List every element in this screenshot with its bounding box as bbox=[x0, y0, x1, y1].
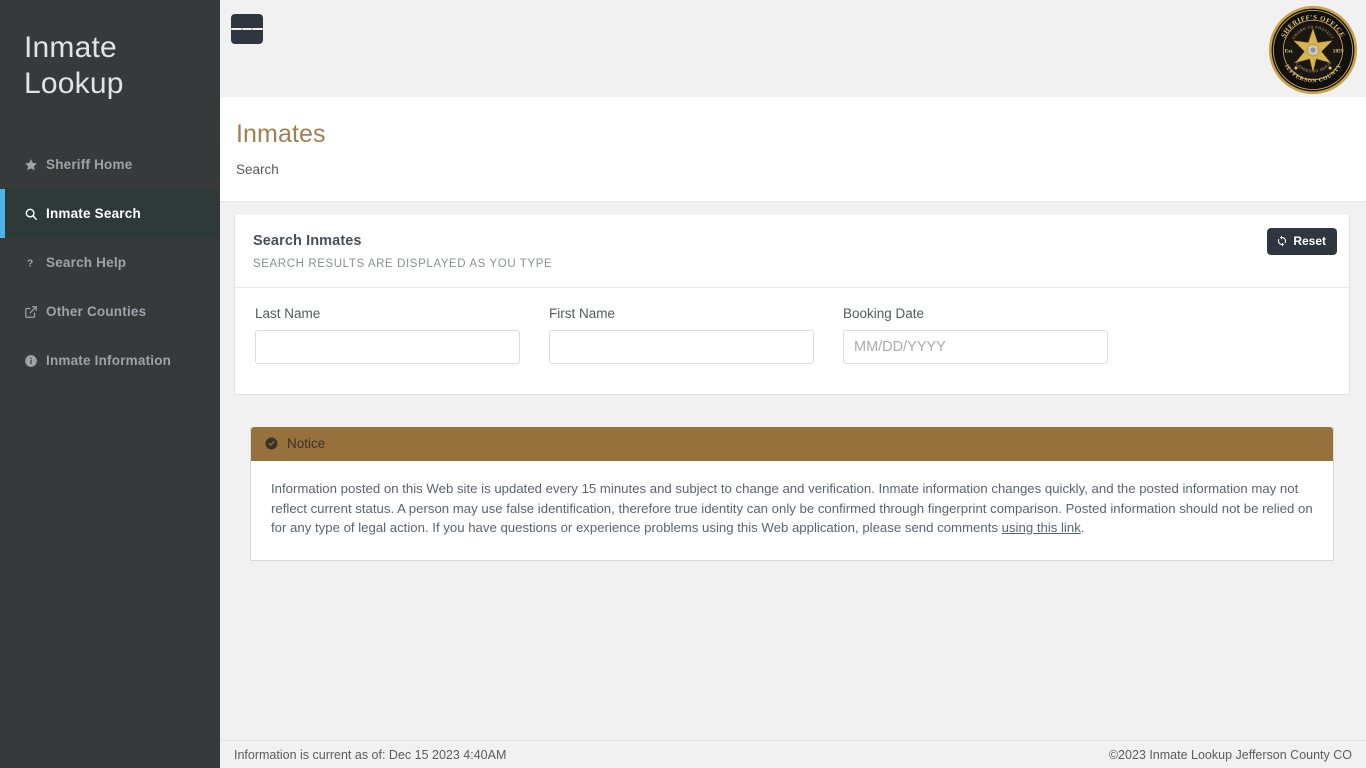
sidebar-nav: Sheriff Home Inmate Search ? Search Help… bbox=[0, 140, 220, 385]
sidebar-item-search-help[interactable]: ? Search Help bbox=[0, 238, 220, 287]
sidebar-item-other-counties[interactable]: Other Counties bbox=[0, 287, 220, 336]
sidebar-item-inmate-information[interactable]: Inmate Information bbox=[0, 336, 220, 385]
check-circle-icon bbox=[265, 437, 278, 450]
notice-panel-header: Notice bbox=[251, 427, 1333, 461]
notice-panel: Notice Information posted on this Web si… bbox=[250, 427, 1334, 561]
search-card-title: Search Inmates bbox=[253, 233, 1329, 249]
page-title: Inmates bbox=[236, 119, 1366, 149]
star-icon bbox=[24, 158, 46, 172]
info-circle-icon bbox=[24, 354, 46, 368]
reset-button-label: Reset bbox=[1293, 234, 1326, 248]
hamburger-icon-bar bbox=[252, 28, 263, 30]
page-header: Inmates Search bbox=[220, 97, 1366, 202]
sidebar-item-sheriff-home[interactable]: Sheriff Home bbox=[0, 140, 220, 189]
booking-date-input[interactable] bbox=[843, 330, 1108, 364]
hamburger-icon-bar bbox=[231, 28, 242, 30]
svg-text:Est.: Est. bbox=[1285, 49, 1294, 55]
svg-text:?: ? bbox=[27, 257, 34, 269]
app-brand-title: Inmate Lookup bbox=[0, 0, 220, 112]
sidebar-item-label: Inmate Information bbox=[46, 353, 171, 368]
search-inmates-card: Search Inmates SEARCH RESULTS ARE DISPLA… bbox=[234, 215, 1350, 395]
notice-text-part-2: . bbox=[1081, 520, 1085, 535]
brand-line-1: Inmate bbox=[24, 30, 196, 66]
last-name-label: Last Name bbox=[255, 306, 520, 321]
booking-date-label: Booking Date bbox=[843, 306, 1108, 321]
search-icon bbox=[24, 207, 46, 221]
footer-current-as-of: Information is current as of: Dec 15 202… bbox=[234, 748, 506, 762]
last-name-input[interactable] bbox=[255, 330, 520, 364]
notice-panel-title: Notice bbox=[287, 436, 325, 451]
notice-text-part-1: Information posted on this Web site is u… bbox=[271, 481, 1313, 535]
page-footer: Information is current as of: Dec 15 202… bbox=[220, 740, 1366, 768]
first-name-input[interactable] bbox=[549, 330, 814, 364]
sidebar-item-inmate-search[interactable]: Inmate Search bbox=[0, 189, 220, 238]
topbar: SHERIFF'S OFFICE JEFFERSON COUNTY SWORN … bbox=[220, 0, 1366, 97]
hamburger-icon-bar bbox=[242, 28, 253, 30]
question-mark-icon: ? bbox=[24, 256, 46, 270]
footer-copyright: ©2023 Inmate Lookup Jefferson County CO bbox=[1109, 748, 1352, 762]
search-card-subtitle: SEARCH RESULTS ARE DISPLAYED AS YOU TYPE bbox=[253, 258, 1329, 270]
notice-contact-link[interactable]: using this link bbox=[1002, 520, 1081, 535]
search-card-header: Search Inmates SEARCH RESULTS ARE DISPLA… bbox=[235, 215, 1349, 288]
main-area: SHERIFF'S OFFICE JEFFERSON COUNTY SWORN … bbox=[220, 0, 1366, 768]
sidebar-item-label: Other Counties bbox=[46, 304, 146, 319]
refresh-icon bbox=[1276, 235, 1288, 247]
sidebar-item-label: Search Help bbox=[46, 255, 126, 270]
brand-line-2: Lookup bbox=[24, 66, 196, 102]
external-link-icon bbox=[24, 305, 46, 319]
first-name-field-group: First Name bbox=[549, 306, 843, 364]
app-root: Inmate Lookup Sheriff Home Inmate Search… bbox=[0, 0, 1366, 768]
notice-panel-body: Information posted on this Web site is u… bbox=[251, 461, 1333, 560]
last-name-field-group: Last Name bbox=[255, 306, 549, 364]
content-area: Search Inmates SEARCH RESULTS ARE DISPLA… bbox=[220, 202, 1366, 740]
breadcrumb: Search bbox=[236, 162, 1366, 177]
first-name-label: First Name bbox=[549, 306, 814, 321]
sidebar-toggle-button[interactable] bbox=[231, 14, 263, 44]
sheriff-badge-logo: SHERIFF'S OFFICE JEFFERSON COUNTY SWORN … bbox=[1268, 5, 1358, 95]
sidebar: Inmate Lookup Sheriff Home Inmate Search… bbox=[0, 0, 220, 768]
svg-text:1859: 1859 bbox=[1333, 49, 1344, 55]
sidebar-item-label: Inmate Search bbox=[46, 206, 141, 221]
reset-button[interactable]: Reset bbox=[1267, 228, 1337, 255]
booking-date-field-group: Booking Date bbox=[843, 306, 1137, 364]
search-card-body: Last Name First Name Booking Date bbox=[235, 288, 1349, 394]
sidebar-item-label: Sheriff Home bbox=[46, 157, 132, 172]
